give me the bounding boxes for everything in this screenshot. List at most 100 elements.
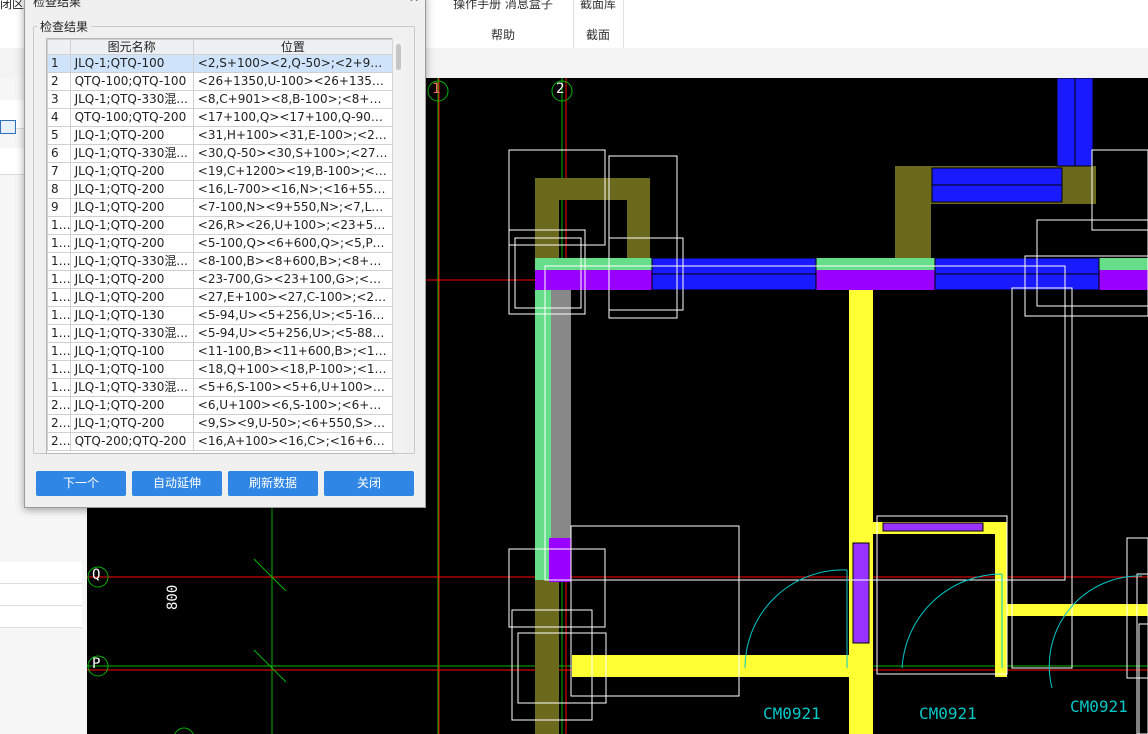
table-row[interactable]: 7 JLQ-1;QTQ-200 <19,C+1200><19,B-100>;<16.… (47, 162, 393, 181)
element-name-cell: JLQ-1;QTQ-330混... (69, 252, 194, 271)
element-name-cell: QTQ-100;QTQ-200 (69, 108, 194, 127)
position-cell: <5-100,Q><6+600,Q>;<5,P-1... (192, 234, 393, 253)
row-index-cell: 19 (47, 378, 71, 397)
table-row[interactable]: 2 QTQ-100;QTQ-100 <26+1350,U-100><26+1350,… (47, 72, 393, 91)
position-cell: <11-100,B><11+600,B>;<11-... (192, 342, 393, 361)
element-name-cell: JLQ-1;QTQ-100 (69, 342, 194, 361)
table-row[interactable]: 21 JLQ-1;QTQ-200 <9,S><9,U-50>;<6+550,S><9… (47, 414, 393, 433)
element-name-cell: JLQ-1;QTQ-200 (69, 396, 194, 415)
row-index-cell: 6 (47, 144, 71, 163)
position-cell: <5-94,U><5+256,U>;<5-165,... (192, 306, 393, 325)
element-name-cell: JLQ-1;QTQ-200 (69, 270, 194, 289)
row-index-cell: 16 (47, 324, 71, 343)
floor-icon[interactable] (0, 120, 16, 134)
table-scrollbar[interactable] (392, 38, 405, 452)
next-button[interactable]: 下一个 (36, 471, 126, 496)
table-row[interactable]: 22 QTQ-200;QTQ-200 <16,A+100><16,C>;<16+60… (47, 432, 393, 451)
table-row[interactable]: 18 JLQ-1;QTQ-100 <18,Q+100><18,P-100>;<17.… (47, 360, 393, 379)
left-panel-row[interactable] (0, 606, 82, 628)
table-row[interactable]: 17 JLQ-1;QTQ-100 <11-100,B><11+600,B>;<11-… (47, 342, 393, 361)
row-index-cell: 4 (47, 108, 71, 127)
section-library-button[interactable]: 截面库 (573, 0, 623, 12)
element-name-cell: JLQ-1;QTQ-200 (69, 162, 194, 181)
result-table: 图元名称 位置 1 JLQ-1;QTQ-100 <2,S+100><2,Q-50>;… (46, 38, 394, 454)
door-label: CM0921 (763, 704, 821, 723)
table-row[interactable]: 19 JLQ-1;QTQ-330混... <5+6,S-100><5+6,U+100… (47, 378, 393, 397)
dialog-title: 检查结果 (33, 0, 82, 9)
position-cell: <7-100,N><9+550,N>;<7,L+5... (192, 198, 393, 217)
position-cell: <8,C+901><8,B-100>;<8+65,... (192, 90, 393, 109)
element-name-cell: JLQ-1;QTQ-200 (69, 126, 194, 145)
element-name-cell: JLQ-1;QTQ-200 (69, 216, 194, 235)
table-row[interactable]: 4 QTQ-100;QTQ-200 <17+100,Q><17+100,Q-900>… (47, 108, 393, 127)
position-cell: <18,Q+100><18,P-100>;<17... (192, 360, 393, 379)
table-row[interactable]: 5 JLQ-1;QTQ-200 <31,H+100><31,E-100>;<29-.… (47, 126, 393, 145)
table-row[interactable]: 1 JLQ-1;QTQ-100 <2,S+100><2,Q-50>;<2+99,S.… (47, 54, 393, 73)
left-panel-row[interactable] (0, 562, 82, 584)
element-name-cell: JLQ-1;QTQ-200 (69, 288, 194, 307)
help-group: 操作手册 消息盒子 帮助 (433, 0, 574, 48)
column-header-index[interactable] (47, 39, 71, 55)
position-cell: <23-700,G><23+100,G>;<23,... (192, 270, 393, 289)
scrollbar-thumb[interactable] (396, 44, 401, 70)
door-label: CM0921 (1070, 697, 1128, 716)
table-row[interactable]: 9 JLQ-1;QTQ-200 <7-100,N><9+550,N>;<7,L+5.… (47, 198, 393, 217)
row-index-cell: 20 (47, 396, 71, 415)
position-cell: <6,U+100><6,S-100>;<6+55... (192, 396, 393, 415)
section-group-label: 截面 (585, 28, 610, 42)
axis-label-q: Q (92, 567, 101, 583)
table-row[interactable]: 12 JLQ-1;QTQ-330混... <8-100,B><8+600,B>;<8… (47, 252, 393, 271)
element-name-cell: JLQ-1;QTQ-330混... (69, 90, 194, 109)
close-button[interactable]: 关闭 (324, 471, 414, 496)
row-index-cell: 10 (47, 216, 71, 235)
table-row[interactable]: 13 JLQ-1;QTQ-200 <23-700,G><23+100,G>;<23,… (47, 270, 393, 289)
row-index-cell: 2 (47, 72, 71, 91)
refresh-data-button[interactable]: 刷新数据 (228, 471, 318, 496)
table-row[interactable]: 3 JLQ-1;QTQ-330混... <8,C+901><8,B-100>;<8+… (47, 90, 393, 109)
table-row[interactable]: 8 JLQ-1;QTQ-200 <16,L-700><16,N>;<16+550,.… (47, 180, 393, 199)
row-index-cell: 13 (47, 270, 71, 289)
table-row[interactable]: 16 JLQ-1;QTQ-330混... <5-94,U><5+256,U>;<5-… (47, 324, 393, 343)
row-index-cell: 14 (47, 288, 71, 307)
position-cell: <5-94,U><5+256,U>;<5-885,... (192, 324, 393, 343)
close-icon[interactable]: ✕ (409, 0, 419, 5)
row-index-cell: 22 (47, 432, 71, 451)
axis-label-2: 2 (556, 81, 565, 97)
table-row[interactable]: 11 JLQ-1;QTQ-200 <5-100,Q><6+600,Q>;<5,P-1… (47, 234, 393, 253)
element-name-cell: JLQ-1;QTQ-100 (69, 54, 194, 73)
position-cell: <26,R><26,U+100>;<23+550,... (192, 216, 393, 235)
position-cell: <8-100,B><8+600,B>;<8+65,... (192, 252, 393, 271)
element-name-cell: JLQ-1;QTQ-200 (69, 234, 194, 253)
table-row[interactable]: 20 JLQ-1;QTQ-200 <6,U+100><6,S-100>;<6+55.… (47, 396, 393, 415)
table-row[interactable]: 14 JLQ-1;QTQ-200 <27,E+100><27,C-100>;<27,… (47, 288, 393, 307)
row-index-cell: 1 (47, 54, 71, 73)
table-row[interactable]: 6 JLQ-1;QTQ-330混... <30,Q-50><30,S+100>;<2… (47, 144, 393, 163)
left-panel-row[interactable] (0, 584, 82, 606)
table-row[interactable]: 10 JLQ-1;QTQ-200 <26,R><26,U+100>;<23+550,… (47, 216, 393, 235)
door-label: CM0921 (919, 704, 977, 723)
position-cell: <2,S+100><2,Q-50>;<2+99,S... (192, 54, 393, 73)
row-index-cell: 5 (47, 126, 71, 145)
result-group-label: 检查结果 (37, 18, 92, 35)
row-index-cell: 15 (47, 306, 71, 325)
column-header-name[interactable]: 图元名称 (69, 39, 194, 55)
element-name-cell: JLQ-1;QTQ-200 (69, 198, 194, 217)
row-index-cell: 12 (47, 252, 71, 271)
axis-label-p: P (92, 656, 101, 672)
table-row[interactable]: 15 JLQ-1;QTQ-130 <5-94,U><5+256,U>;<5-165,… (47, 306, 393, 325)
auto-extend-button[interactable]: 自动延伸 (132, 471, 222, 496)
axis-label-1: 1 (432, 81, 441, 97)
position-cell: <27,E+100><27,C-100>;<27,L... (192, 288, 393, 307)
column-header-position[interactable]: 位置 (192, 39, 393, 55)
row-index-cell: 17 (47, 342, 71, 361)
row-index-cell: 7 (47, 162, 71, 181)
row-index-cell: 18 (47, 360, 71, 379)
position-cell: <19,C+1200><19,B-100>;<16... (192, 162, 393, 181)
position-cell: <31,H+100><31,E-100>;<29-... (192, 126, 393, 145)
position-cell: <16,A+100><16,C>;<16+600,... (192, 432, 393, 451)
position-cell: <9,S><9,U-50>;<6+550,S><9... (192, 414, 393, 433)
element-name-cell: JLQ-1;QTQ-130 (69, 306, 194, 325)
element-name-cell: QTQ-200;QTQ-200 (69, 432, 194, 451)
help-group-items[interactable]: 操作手册 消息盒子 (433, 0, 573, 12)
element-name-cell: QTQ-100;QTQ-100 (69, 72, 194, 91)
